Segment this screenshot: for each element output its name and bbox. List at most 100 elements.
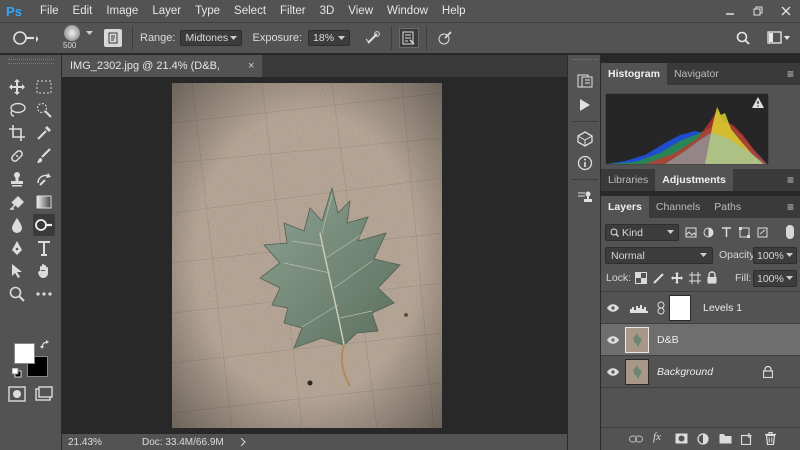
clone-source-panel-button[interactable] (574, 187, 596, 207)
restore-button[interactable] (744, 0, 772, 22)
toolbar-grip[interactable] (8, 59, 54, 64)
workspace-switcher[interactable] (764, 28, 794, 48)
layer-row[interactable]: D&B (601, 324, 800, 356)
gradient-tool[interactable] (33, 191, 55, 213)
opacity-input[interactable]: 100% (753, 247, 797, 264)
link-layers-icon[interactable] (629, 434, 643, 444)
airbrush-toggle[interactable] (362, 27, 384, 49)
healing-brush-tool[interactable] (6, 145, 28, 167)
chevron-right-icon[interactable] (240, 438, 246, 446)
panel-menu-icon[interactable]: ≡ (787, 196, 794, 218)
crop-tool[interactable] (6, 122, 28, 144)
adjustment-layer-icon[interactable] (697, 433, 709, 445)
tab-layers[interactable]: Layers (601, 196, 649, 218)
zoom-level[interactable]: 21.43% (68, 437, 132, 448)
brush-picker[interactable]: 500 (58, 23, 98, 53)
zoom-tool[interactable] (6, 283, 28, 305)
add-mask-icon[interactable] (675, 433, 688, 444)
lock-pixels-icon[interactable] (653, 272, 665, 284)
layer-filter-select[interactable]: Kind (605, 224, 679, 241)
lock-transparent-icon[interactable] (635, 272, 647, 284)
pressure-size-toggle[interactable] (434, 27, 456, 49)
menu-3d[interactable]: 3D (313, 0, 342, 22)
panel-menu-icon[interactable]: ≡ (787, 63, 794, 85)
screen-mode-button[interactable] (33, 383, 55, 405)
pen-tool[interactable] (6, 237, 28, 259)
filter-adjustment-icon[interactable] (703, 227, 714, 238)
document-canvas[interactable] (172, 83, 442, 428)
history-panel-button[interactable] (574, 71, 596, 91)
range-select[interactable]: Midtones (180, 30, 243, 46)
filter-smart-object-icon[interactable] (757, 227, 768, 238)
path-selection-tool[interactable] (6, 260, 28, 282)
hand-tool[interactable] (33, 260, 55, 282)
eraser-tool[interactable] (6, 191, 28, 213)
trash-icon[interactable] (765, 432, 776, 445)
filter-toggle[interactable] (786, 225, 794, 239)
tab-libraries[interactable]: Libraries (601, 169, 655, 191)
marquee-tool[interactable] (33, 76, 55, 98)
search-button[interactable] (733, 28, 753, 48)
dodge-tool[interactable] (33, 214, 55, 236)
menu-filter[interactable]: Filter (273, 0, 313, 22)
menu-file[interactable]: File (33, 0, 66, 22)
layer-row[interactable]: Levels 1 (601, 292, 800, 324)
layer-row[interactable]: Background (601, 356, 800, 388)
new-group-icon[interactable] (719, 433, 732, 444)
visibility-toggle[interactable] (601, 335, 625, 344)
brush-tool[interactable] (33, 145, 55, 167)
menu-help[interactable]: Help (435, 0, 473, 22)
exposure-input[interactable]: 18% (308, 30, 351, 46)
menu-view[interactable]: View (341, 0, 380, 22)
blur-tool[interactable] (6, 214, 28, 236)
tool-preset-picker[interactable] (8, 25, 42, 51)
close-window-button[interactable] (772, 0, 800, 22)
foreground-color-swatch[interactable] (14, 343, 35, 364)
3d-panel-button[interactable] (574, 129, 596, 149)
filter-pixel-icon[interactable] (685, 227, 697, 238)
lock-artboard-icon[interactable] (689, 272, 701, 284)
visibility-toggle[interactable] (601, 303, 625, 312)
menu-type[interactable]: Type (188, 0, 227, 22)
brush-panel-button[interactable] (104, 29, 122, 47)
menu-image[interactable]: Image (99, 0, 145, 22)
info-panel-button[interactable] (574, 153, 596, 173)
menu-window[interactable]: Window (380, 0, 435, 22)
minimize-button[interactable] (716, 0, 744, 22)
fill-input[interactable]: 100% (753, 270, 797, 287)
close-document-icon[interactable]: × (248, 55, 254, 77)
menu-select[interactable]: Select (227, 0, 273, 22)
protect-tones-toggle[interactable] (399, 28, 420, 48)
eyedropper-tool[interactable] (33, 122, 55, 144)
visibility-toggle[interactable] (601, 367, 625, 376)
history-brush-tool[interactable] (33, 168, 55, 190)
lock-icon[interactable] (763, 366, 773, 378)
type-tool[interactable] (33, 237, 55, 259)
clipping-warning-icon[interactable] (752, 97, 764, 108)
tab-navigator[interactable]: Navigator (667, 63, 726, 85)
menu-layer[interactable]: Layer (145, 0, 188, 22)
lock-all-icon[interactable] (707, 271, 717, 284)
link-icon[interactable] (657, 301, 665, 315)
document-tab[interactable]: IMG_2302.jpg @ 21.4% (D&B, RGB/8*) * × (62, 55, 262, 94)
tab-histogram[interactable]: Histogram (601, 63, 667, 85)
panel-menu-icon[interactable]: ≡ (787, 169, 794, 191)
tab-adjustments[interactable]: Adjustments (655, 169, 733, 191)
move-tool[interactable] (6, 76, 28, 98)
tab-channels[interactable]: Channels (649, 196, 707, 218)
filter-shape-icon[interactable] (739, 227, 750, 238)
lasso-tool[interactable] (6, 99, 28, 121)
swap-colors-button[interactable] (40, 340, 50, 350)
new-layer-icon[interactable] (741, 433, 753, 445)
tab-paths[interactable]: Paths (707, 196, 748, 218)
layer-style-button[interactable]: fx (653, 431, 661, 443)
lock-position-icon[interactable] (671, 272, 683, 284)
quick-mask-button[interactable] (6, 383, 28, 405)
blend-mode-select[interactable]: Normal (605, 247, 713, 264)
layer-mask-thumbnail[interactable] (669, 294, 691, 321)
default-colors-button[interactable] (11, 367, 22, 378)
menu-edit[interactable]: Edit (66, 0, 100, 22)
clone-stamp-tool[interactable] (6, 168, 28, 190)
strip-grip[interactable] (572, 59, 598, 63)
actions-panel-button[interactable] (574, 95, 596, 115)
